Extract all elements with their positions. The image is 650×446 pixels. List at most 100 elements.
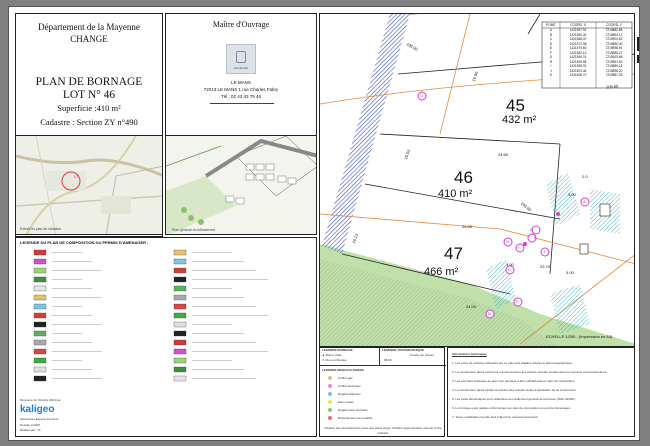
- coord-table-row: K 1421608.70 7219887.33: [542, 73, 632, 78]
- technical-note: 7. Toute modification du plan fera l'obj…: [452, 415, 539, 419]
- legend-bornage-box: LEGENDE BORNAGE ▲ Borne OGE ✕ Clou ou Ma…: [320, 348, 380, 366]
- network-dot-icon: [328, 400, 332, 404]
- technical-note: 5. Les cotes altimétriques sont rattaché…: [452, 397, 576, 401]
- legend-swatch: [33, 303, 47, 310]
- department-label: Département de la Mayenne: [38, 22, 140, 32]
- site-marker: LT: [74, 174, 79, 179]
- technical-notes: Informations techniques 1. Les cotes de …: [447, 347, 635, 437]
- marker-label: H: [506, 239, 509, 244]
- network-list: Coffret gaz Coffret électrique Regard télé…: [328, 374, 372, 422]
- legend-date: Dressé le 11 Octobre 2024 par: [20, 398, 61, 402]
- marker-label: I: [518, 245, 520, 250]
- legend-swatch: [173, 330, 187, 337]
- dimension-label: 2.0: [582, 174, 588, 179]
- lot-label: LOT N° 46: [62, 89, 116, 101]
- vicinity-map: LT Extrait du plan de situation: [15, 135, 163, 235]
- owner-city: LE MANS: [231, 80, 251, 85]
- lot-45-area: 432 m²: [502, 114, 537, 126]
- legend-panel: LEGENDE DU PLAN DE COMPOSITION DU PERMIS…: [15, 237, 317, 437]
- technical-note: 2. Le constructeur devra avant tout comm…: [452, 370, 608, 374]
- marker-label: C: [420, 93, 423, 98]
- coord-table-cell: 7219887.33: [605, 73, 623, 77]
- coord-table-body: A 1421557.91 7219882.56 B 1421560.30 7219893.…: [542, 28, 632, 78]
- owner-address: 72013 LE MANS 1 rue Charles Fabry: [203, 87, 279, 92]
- dimension-label: 24.00: [466, 304, 477, 309]
- notes-heading: Informations techniques: [452, 352, 487, 356]
- legend-swatch: [33, 348, 47, 355]
- marker-label: D: [488, 311, 491, 316]
- network-item: Regard eaux pluviales: [328, 406, 372, 414]
- legend-swatch: [173, 357, 187, 364]
- logo-emblem-icon: [236, 51, 246, 63]
- legend-item-label: Clou ou Marque: [325, 358, 347, 362]
- legend-swatch: [173, 276, 187, 283]
- legend-swatch: [33, 267, 47, 274]
- scale-text: ECHELLE 1/250 - (Impression en A3): [546, 334, 613, 339]
- legend-swatch: [33, 285, 47, 292]
- legend-topo-box: LEGENDE TOPOGRAPHIQUE Courbe de niveau 9…: [380, 348, 446, 366]
- legend-swatch: [33, 357, 47, 364]
- network-item-label: Regard eaux pluviales: [338, 407, 368, 412]
- legend-swatch: [33, 294, 47, 301]
- dimension-label: 3.00: [568, 192, 576, 197]
- site-plan-drawing: [166, 136, 316, 234]
- legend-symbols: [33, 249, 268, 382]
- notes-list: 1. Les cotes de surfaces indiquées sur c…: [452, 361, 630, 420]
- marker-label: A: [583, 199, 586, 204]
- legend-swatch: [173, 321, 187, 328]
- legend-swatch: [173, 285, 187, 292]
- legend-item-clou: ✕ Clou ou Marque: [322, 358, 347, 362]
- legend-swatch: [33, 366, 47, 373]
- network-dot-icon: [328, 384, 332, 388]
- legend-item-label: Borne OGE: [325, 353, 342, 357]
- legend-swatch: [173, 312, 187, 319]
- logo-text: LELIEVRE: [233, 66, 249, 70]
- site-plan-caption: Plan général du lotissement: [172, 228, 216, 232]
- network-item: Eaux usées: [328, 398, 372, 406]
- bottom-legend: LEGENDE BORNAGE ▲ Borne OGE ✕ Clou ou Ma…: [319, 347, 446, 437]
- vicinity-map-drawing: [16, 136, 162, 234]
- network-item-label: Eaux usées: [338, 399, 354, 404]
- legend-swatch: [33, 321, 47, 328]
- lot-47-area: 466 m²: [424, 266, 459, 278]
- dimension-label: 24.00: [462, 224, 473, 229]
- legend-swatch: [33, 249, 47, 256]
- dimension-label: 3.00: [566, 270, 574, 275]
- owner-website-line: [210, 103, 274, 104]
- owner-block: Maître d'Ouvrage LELIEVRE LE MANS 72013 …: [165, 13, 317, 136]
- network-dot-icon: [328, 408, 332, 412]
- legend-swatch: [173, 366, 187, 373]
- dimension-label: 23.70: [540, 264, 551, 269]
- legend-swatch: [33, 312, 47, 319]
- area-label: Superficie :410 m²: [57, 103, 121, 113]
- coord-table: POINT COORD. X COORD. Y A 1421557.91 72198…: [542, 22, 632, 88]
- legend-swatch: [173, 348, 187, 355]
- lot-46-number: 46: [454, 168, 473, 187]
- coord-header-cell: COORD. X: [570, 22, 586, 27]
- coord-table-cell: 1421608.70: [569, 73, 587, 77]
- network-dot-icon: [328, 376, 332, 380]
- marker-label: G: [530, 227, 534, 232]
- coord-header-cell: COORD. Y: [606, 22, 622, 27]
- coord-table-cell: K: [549, 73, 553, 77]
- sheet-edge-marker: [637, 37, 639, 51]
- owner-heading: Maître d'Ouvrage: [212, 20, 270, 29]
- network-item: Regard télécoms: [328, 390, 372, 398]
- owner-phone: Tél : 02 43 43 79 46: [220, 94, 262, 99]
- lot-46-area: 410 m²: [438, 188, 473, 200]
- legend-swatch: [173, 339, 187, 346]
- author-line: Réalisé par : IS: [20, 428, 41, 432]
- marker-label: F: [516, 299, 519, 304]
- legend-swatch: [173, 258, 187, 265]
- vicinity-caption: Extrait du plan de situation: [20, 227, 62, 231]
- network-item: Branchement eau potable: [328, 414, 372, 422]
- lot-45-number: 45: [506, 96, 525, 115]
- network-item-label: Coffret gaz: [338, 375, 353, 380]
- network-item-label: Regard télécoms: [338, 391, 361, 396]
- sheet-edge-marker: [637, 55, 639, 63]
- legend-swatch: [173, 294, 187, 301]
- dimension-label: 24.60: [498, 152, 509, 157]
- legend-swatch: [33, 330, 47, 337]
- legend-swatch: [173, 249, 187, 256]
- technical-note: 3. Les emprises indiquées au plan sont d…: [452, 379, 576, 383]
